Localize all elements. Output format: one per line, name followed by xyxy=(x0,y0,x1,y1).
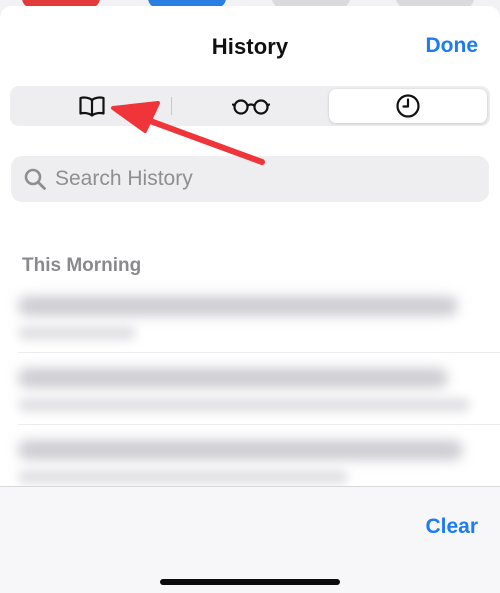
history-row-title-redacted xyxy=(18,296,458,316)
search-field[interactable] xyxy=(11,156,489,202)
history-row-url-redacted xyxy=(18,326,136,340)
book-icon xyxy=(79,96,105,117)
history-row-url-redacted xyxy=(18,470,348,484)
segment-reading-list[interactable] xyxy=(172,89,330,123)
glasses-icon xyxy=(231,99,270,115)
history-row-url-redacted xyxy=(18,398,470,412)
history-row[interactable] xyxy=(0,281,500,353)
clear-button[interactable]: Clear xyxy=(425,515,478,539)
history-row[interactable] xyxy=(0,353,500,425)
done-button[interactable]: Done xyxy=(426,34,479,58)
search-icon xyxy=(24,168,46,190)
home-indicator xyxy=(160,579,340,585)
history-row-title-redacted xyxy=(18,440,463,460)
history-list xyxy=(0,281,500,497)
library-segmented-control xyxy=(10,86,490,126)
clock-icon xyxy=(396,94,420,118)
segment-history[interactable] xyxy=(329,89,488,123)
sheet-header: History Done xyxy=(0,6,500,86)
history-row-title-redacted xyxy=(18,368,448,388)
section-header: This Morning xyxy=(22,255,142,276)
history-sheet: History Done Search History This Morning… xyxy=(0,6,500,593)
segment-bookmarks[interactable] xyxy=(13,89,171,123)
bottom-toolbar: Clear xyxy=(0,486,500,593)
search-input[interactable] xyxy=(55,167,455,191)
